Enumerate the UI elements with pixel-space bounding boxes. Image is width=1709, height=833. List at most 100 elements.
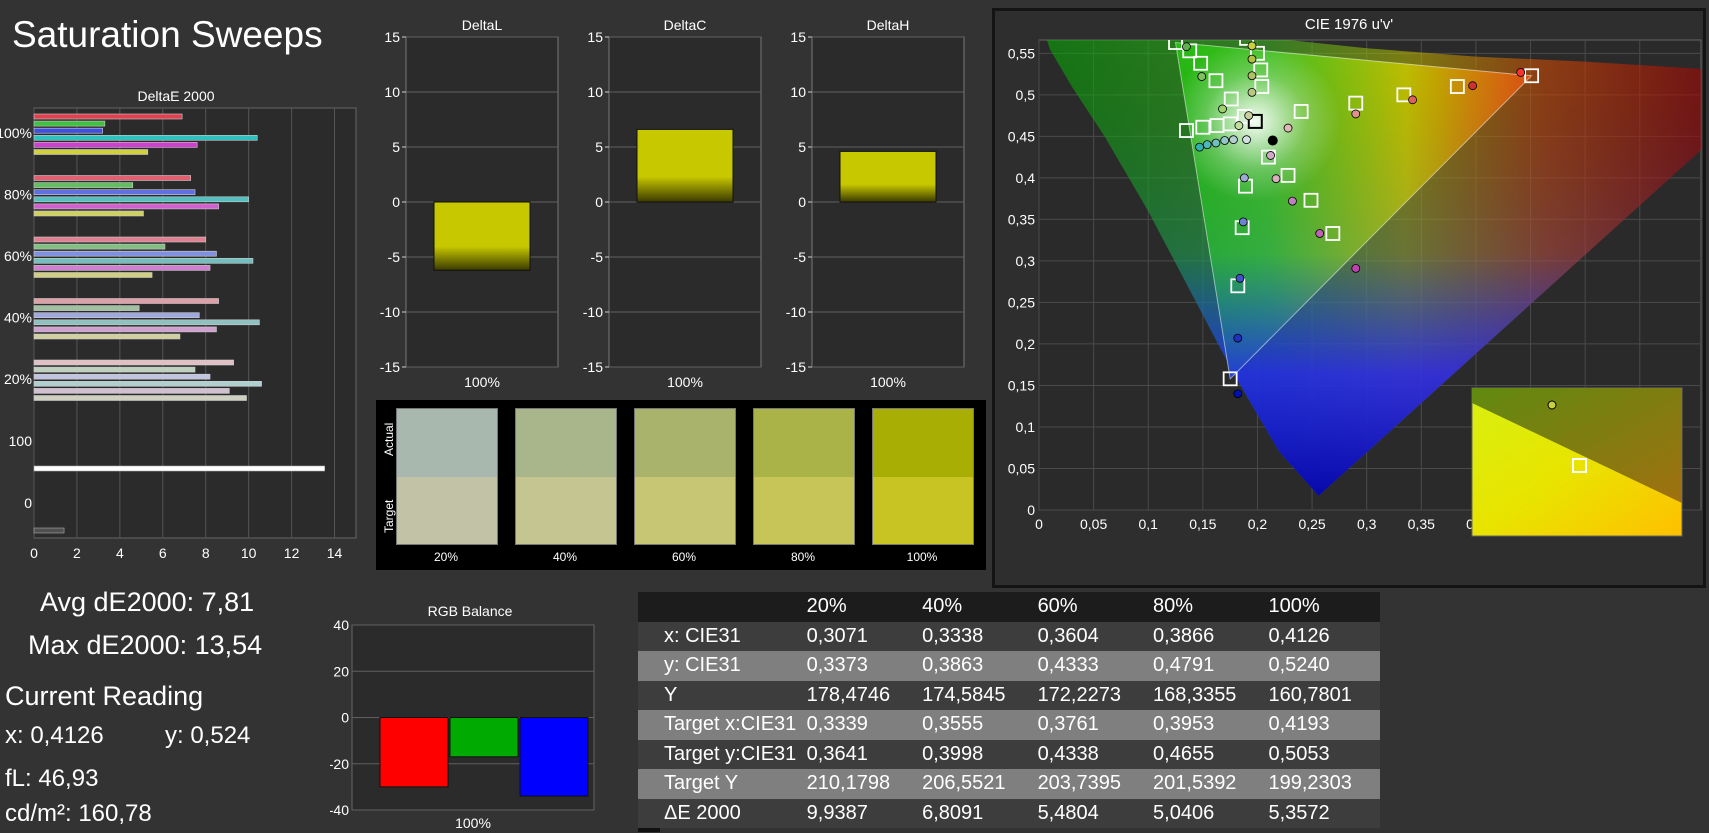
delta-y-tick: 15	[790, 29, 806, 45]
deltae-x-tick: 2	[73, 545, 81, 561]
table-cell: 0,3998	[922, 742, 984, 765]
delta-y-tick: -10	[380, 304, 400, 320]
cie-measured-point	[1218, 104, 1227, 114]
swatch-label: 80%	[790, 550, 816, 564]
delta-y-tick: 10	[587, 84, 603, 100]
rgb-x-label: 100%	[455, 815, 491, 831]
delta-x-label: 100%	[464, 374, 500, 390]
delta-y-tick: -10	[786, 304, 806, 320]
table-header-cell: 80%	[1153, 595, 1194, 618]
table-cell: 0,4193	[1268, 713, 1330, 736]
rgb-y-tick: -40	[330, 802, 349, 818]
swatch-actual	[873, 409, 973, 477]
table-cell: 168,3355	[1153, 683, 1237, 706]
delta-y-tick: -5	[388, 249, 401, 265]
rgb-bar	[449, 717, 519, 758]
table-header-cell: 20%	[806, 595, 847, 618]
deltae-y-label: 80%	[4, 187, 32, 203]
delta-y-tick: 0	[595, 194, 603, 210]
avg-de: Avg dE2000: 7,81	[40, 587, 255, 617]
deltae-bar	[33, 250, 217, 257]
table-cell: 160,7801	[1268, 683, 1352, 706]
delta-y-tick: -5	[591, 249, 604, 265]
swatch	[396, 408, 498, 545]
cie-x-tick: 0,05	[1080, 516, 1107, 532]
cie-measured-point	[1182, 42, 1191, 52]
rgb-y-tick: -20	[330, 756, 349, 772]
delta-y-tick: 0	[798, 194, 806, 210]
table-cell: 0,4126	[1268, 624, 1330, 647]
table-cell: 0,3866	[1153, 624, 1215, 647]
deltae-x-tick: 12	[284, 545, 300, 561]
table-cell: 0,3339	[806, 713, 868, 736]
deltae-bar	[33, 210, 144, 217]
deltae-y-label: 60%	[4, 248, 32, 264]
delta-bar	[433, 201, 531, 271]
inset-measured	[1547, 400, 1557, 410]
swatch-target	[754, 476, 854, 544]
table-cell: 206,5521	[922, 772, 1006, 795]
cie-measured-point	[1266, 151, 1275, 160]
table-cell: 0,3604	[1037, 624, 1099, 647]
delta-y-tick: -15	[786, 359, 806, 375]
actual-label: Actual	[382, 422, 396, 456]
deltae-x-tick: 6	[159, 545, 167, 561]
deltae-bar	[33, 326, 217, 333]
deltae-bar	[33, 395, 247, 401]
cie-measured-point	[1247, 71, 1257, 81]
rgb-balance-title: RGB Balance	[428, 603, 513, 619]
rgb-y-tick: 40	[333, 617, 349, 633]
table-cell: 0,4338	[1037, 742, 1099, 765]
table-cell: 0,3863	[922, 654, 984, 677]
rgb-balance-chart: RGB Balance 40 20 0 -20 -40 100%	[330, 603, 595, 831]
deltae-bar	[33, 243, 166, 250]
swatch-target	[397, 476, 497, 544]
delta-y-tick: 5	[595, 139, 603, 155]
swatch-panel: Actual Target 20% 40% 60% 80% 100%	[376, 400, 986, 570]
deltae-x-tick: 8	[202, 545, 210, 561]
cie-y-tick: 0,1	[1016, 419, 1036, 435]
table-row: y: CIE31 0,3373 0,3863 0,4333 0,4791 0,5240	[638, 651, 1380, 681]
cie-x-tick: 0	[1035, 516, 1043, 532]
deltae-bar	[33, 142, 198, 148]
delta-y-tick: 5	[392, 139, 400, 155]
reading-fl: fL: 46,93	[5, 765, 99, 792]
cie-y-tick: 0,2	[1016, 336, 1036, 352]
swatch-actual	[397, 409, 497, 477]
deltae-bar	[33, 366, 196, 373]
swatch-label: 60%	[671, 550, 697, 564]
cie-y-tick: 0,05	[1008, 460, 1035, 476]
cie-measured-point	[1247, 54, 1257, 64]
deltae-y-label: 40%	[4, 310, 32, 326]
table-cell: 0,3373	[806, 654, 868, 677]
table-row-label: Target x:CIE31	[664, 713, 797, 736]
cie-y-tick: 0,5	[1016, 87, 1036, 103]
swatch-label: 40%	[552, 550, 578, 564]
deltae-bar	[33, 175, 192, 181]
cie-y-tick: 0,35	[1008, 211, 1035, 227]
delta-chart-title: DeltaC	[664, 17, 707, 33]
delta-x-label: 100%	[870, 374, 906, 390]
table-header-cell	[638, 592, 803, 622]
swatch-actual	[635, 409, 735, 477]
table-row: x: CIE31 0,3071 0,3338 0,3604 0,3866 0,4126	[638, 621, 1380, 651]
cie-chart: CIE 1976 u'v' 0 0,05 0,1 0,15 0,2 0,25 0…	[992, 8, 1706, 588]
table-row-label: Target Y	[664, 772, 739, 795]
delta-bar	[636, 128, 734, 203]
cie-measured-point	[1244, 111, 1254, 120]
table-cell: 0,3071	[806, 624, 868, 647]
cie-measured-point	[1247, 87, 1257, 97]
swatch-actual	[754, 409, 854, 477]
delta-y-tick: 5	[798, 139, 806, 155]
table-cell: 0,3338	[922, 624, 984, 647]
delta-y-tick: -15	[583, 359, 603, 375]
cie-measured-point	[1233, 389, 1243, 399]
rgb-bar	[519, 717, 589, 797]
rgb-y-tick: 0	[341, 710, 349, 726]
deltae-bar	[33, 203, 219, 210]
cie-measured-point	[1229, 135, 1238, 145]
cie-y-tick: 0,55	[1008, 45, 1035, 61]
deltae-bar	[33, 359, 234, 366]
cie-measured-point	[1195, 142, 1204, 152]
delta-bar	[839, 150, 937, 203]
